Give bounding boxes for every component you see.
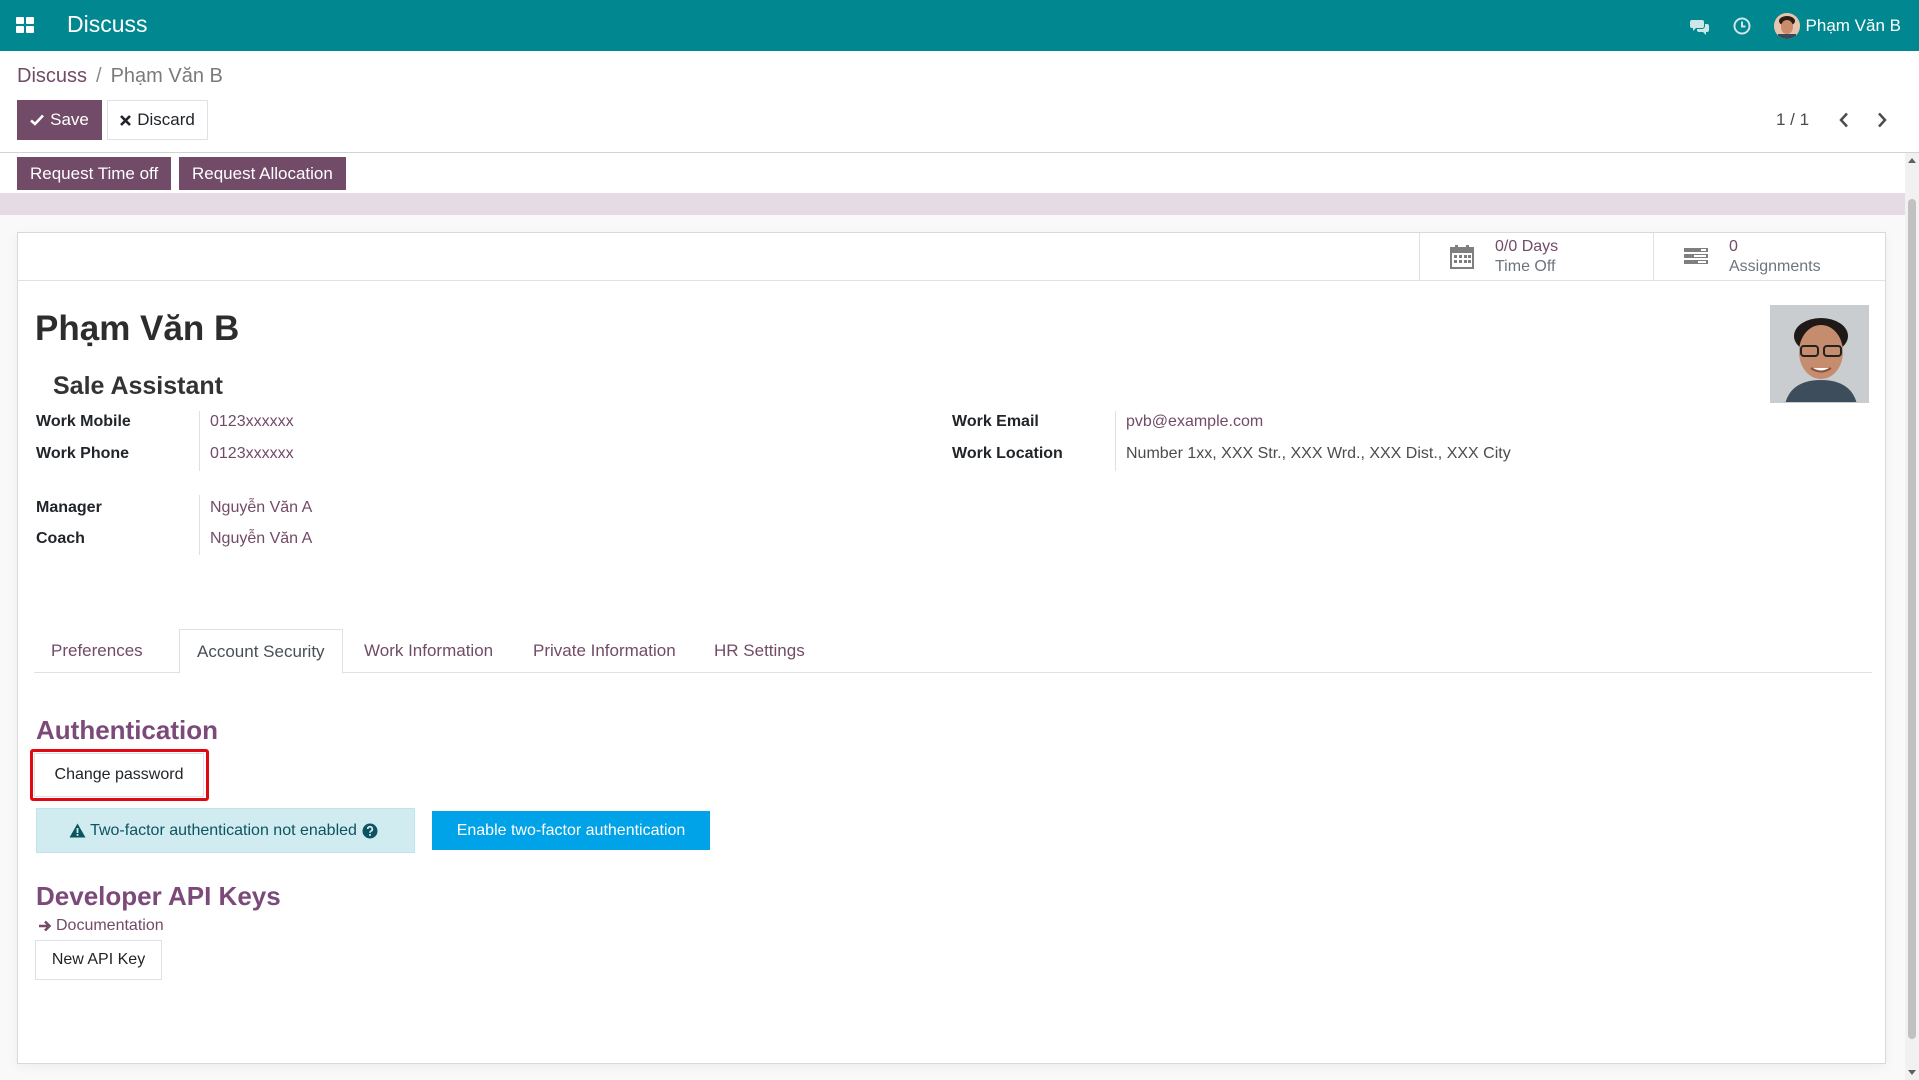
tasks-list-icon bbox=[1684, 247, 1708, 264]
new-api-key-button[interactable]: New API Key bbox=[35, 940, 162, 980]
check-icon bbox=[30, 114, 45, 126]
breadcrumb: Discuss / Phạm Văn B bbox=[17, 65, 223, 88]
pager-previous-icon[interactable] bbox=[1834, 109, 1854, 131]
discard-button-label: Discard bbox=[137, 110, 195, 129]
time-off-smart-button[interactable]: 0/0 Days Time Off bbox=[1419, 233, 1653, 280]
messaging-icon[interactable] bbox=[1689, 16, 1710, 36]
discard-button[interactable]: Discard bbox=[107, 100, 208, 140]
statusbar-strip bbox=[0, 193, 1905, 215]
scroll-down-arrow-icon[interactable] bbox=[1908, 1068, 1916, 1076]
manager-value[interactable]: Nguyễn Văn A bbox=[210, 499, 312, 517]
breadcrumb-separator: / bbox=[96, 65, 102, 87]
work-mobile-label: Work Mobile bbox=[36, 413, 131, 430]
help-question-icon[interactable] bbox=[362, 823, 378, 839]
work-phone-label: Work Phone bbox=[36, 445, 130, 462]
assignments-smart-button[interactable]: 0 Assignments bbox=[1653, 233, 1885, 280]
tab-work-information[interactable]: Work Information bbox=[347, 629, 510, 673]
form-sheet: 0/0 Days Time Off 0 Assignments Phạm Văn… bbox=[17, 232, 1886, 1064]
developer-api-keys-title: Developer API Keys bbox=[36, 881, 281, 911]
documentation-label: Documentation bbox=[56, 917, 164, 934]
apps-menu-icon[interactable] bbox=[16, 17, 34, 33]
change-password-button[interactable]: Change password bbox=[34, 753, 204, 797]
save-button-label: Save bbox=[50, 110, 89, 129]
user-avatar bbox=[1773, 12, 1800, 39]
form-content: Request Time off Request Allocation 0/0 … bbox=[0, 153, 1905, 1080]
scroll-up-arrow-icon[interactable] bbox=[1908, 157, 1916, 165]
breadcrumb-current: Phạm Văn B bbox=[110, 65, 223, 87]
notebook-tabs: Preferences Account Security Work Inform… bbox=[34, 629, 1872, 674]
field-separator bbox=[199, 495, 200, 555]
warning-icon bbox=[69, 823, 86, 838]
enable-two-factor-button[interactable]: Enable two-factor authentication bbox=[432, 811, 710, 850]
work-mobile-value[interactable]: 0123xxxxxx bbox=[210, 413, 294, 431]
manager-label: Manager bbox=[36, 499, 102, 516]
coach-value[interactable]: Nguyễn Văn A bbox=[210, 530, 312, 548]
time-off-label: Time Off bbox=[1495, 257, 1556, 275]
time-off-value: 0/0 Days bbox=[1495, 237, 1559, 255]
assignments-label: Assignments bbox=[1729, 257, 1821, 275]
pager-next-icon[interactable] bbox=[1872, 109, 1892, 131]
request-allocation-button[interactable]: Request Allocation bbox=[179, 157, 346, 190]
request-time-off-button[interactable]: Request Time off bbox=[17, 157, 172, 190]
field-separator bbox=[1115, 411, 1116, 471]
tab-account-security[interactable]: Account Security bbox=[179, 629, 343, 674]
assignments-value: 0 bbox=[1729, 237, 1738, 255]
control-panel: Discuss / Phạm Văn B Save Discard 1 / 1 bbox=[0, 51, 1919, 153]
arrow-right-icon bbox=[39, 920, 52, 932]
close-icon bbox=[120, 114, 132, 126]
breadcrumb-discuss[interactable]: Discuss bbox=[17, 65, 87, 88]
top-navbar: Discuss Phạm Văn B bbox=[0, 0, 1919, 51]
work-location-value[interactable]: Number 1xx, XXX Str., XXX Wrd., XXX Dist… bbox=[1126, 445, 1511, 463]
coach-label: Coach bbox=[36, 530, 85, 547]
work-phone-value[interactable]: 0123xxxxxx bbox=[210, 445, 294, 463]
authentication-title: Authentication bbox=[36, 715, 218, 745]
two-factor-status: Two-factor authentication not enabled bbox=[90, 821, 357, 839]
user-menu[interactable]: Phạm Văn B bbox=[1773, 12, 1901, 39]
employee-photo[interactable] bbox=[1770, 305, 1869, 403]
tab-hr-settings[interactable]: HR Settings bbox=[697, 629, 822, 673]
smart-button-box: 0/0 Days Time Off 0 Assignments bbox=[18, 233, 1885, 281]
user-name: Phạm Văn B bbox=[1805, 15, 1901, 35]
pager-value[interactable]: 1 / 1 bbox=[1776, 110, 1809, 130]
documentation-link[interactable]: Documentation bbox=[38, 917, 164, 935]
form-statusbar: Request Time off Request Allocation bbox=[0, 153, 1905, 215]
save-button[interactable]: Save bbox=[17, 100, 102, 140]
field-separator bbox=[199, 411, 200, 471]
scrollbar-thumb[interactable] bbox=[1908, 199, 1916, 1039]
page-scrollbar[interactable] bbox=[1905, 153, 1919, 1080]
work-location-label: Work Location bbox=[952, 445, 1063, 462]
navbar-systray: Phạm Văn B bbox=[1689, 0, 1919, 51]
work-email-value[interactable]: pvb@example.com bbox=[1126, 413, 1263, 431]
employee-name[interactable]: Phạm Văn B bbox=[35, 309, 239, 349]
activity-clock-icon[interactable] bbox=[1732, 16, 1752, 36]
app-name[interactable]: Discuss bbox=[67, 11, 148, 38]
work-email-label: Work Email bbox=[952, 413, 1039, 430]
tab-private-information[interactable]: Private Information bbox=[516, 629, 693, 673]
tab-preferences[interactable]: Preferences bbox=[34, 629, 160, 673]
employee-job-title[interactable]: Sale Assistant bbox=[53, 372, 223, 401]
calendar-icon bbox=[1450, 244, 1474, 269]
two-factor-alert: Two-factor authentication not enabled bbox=[36, 808, 415, 853]
